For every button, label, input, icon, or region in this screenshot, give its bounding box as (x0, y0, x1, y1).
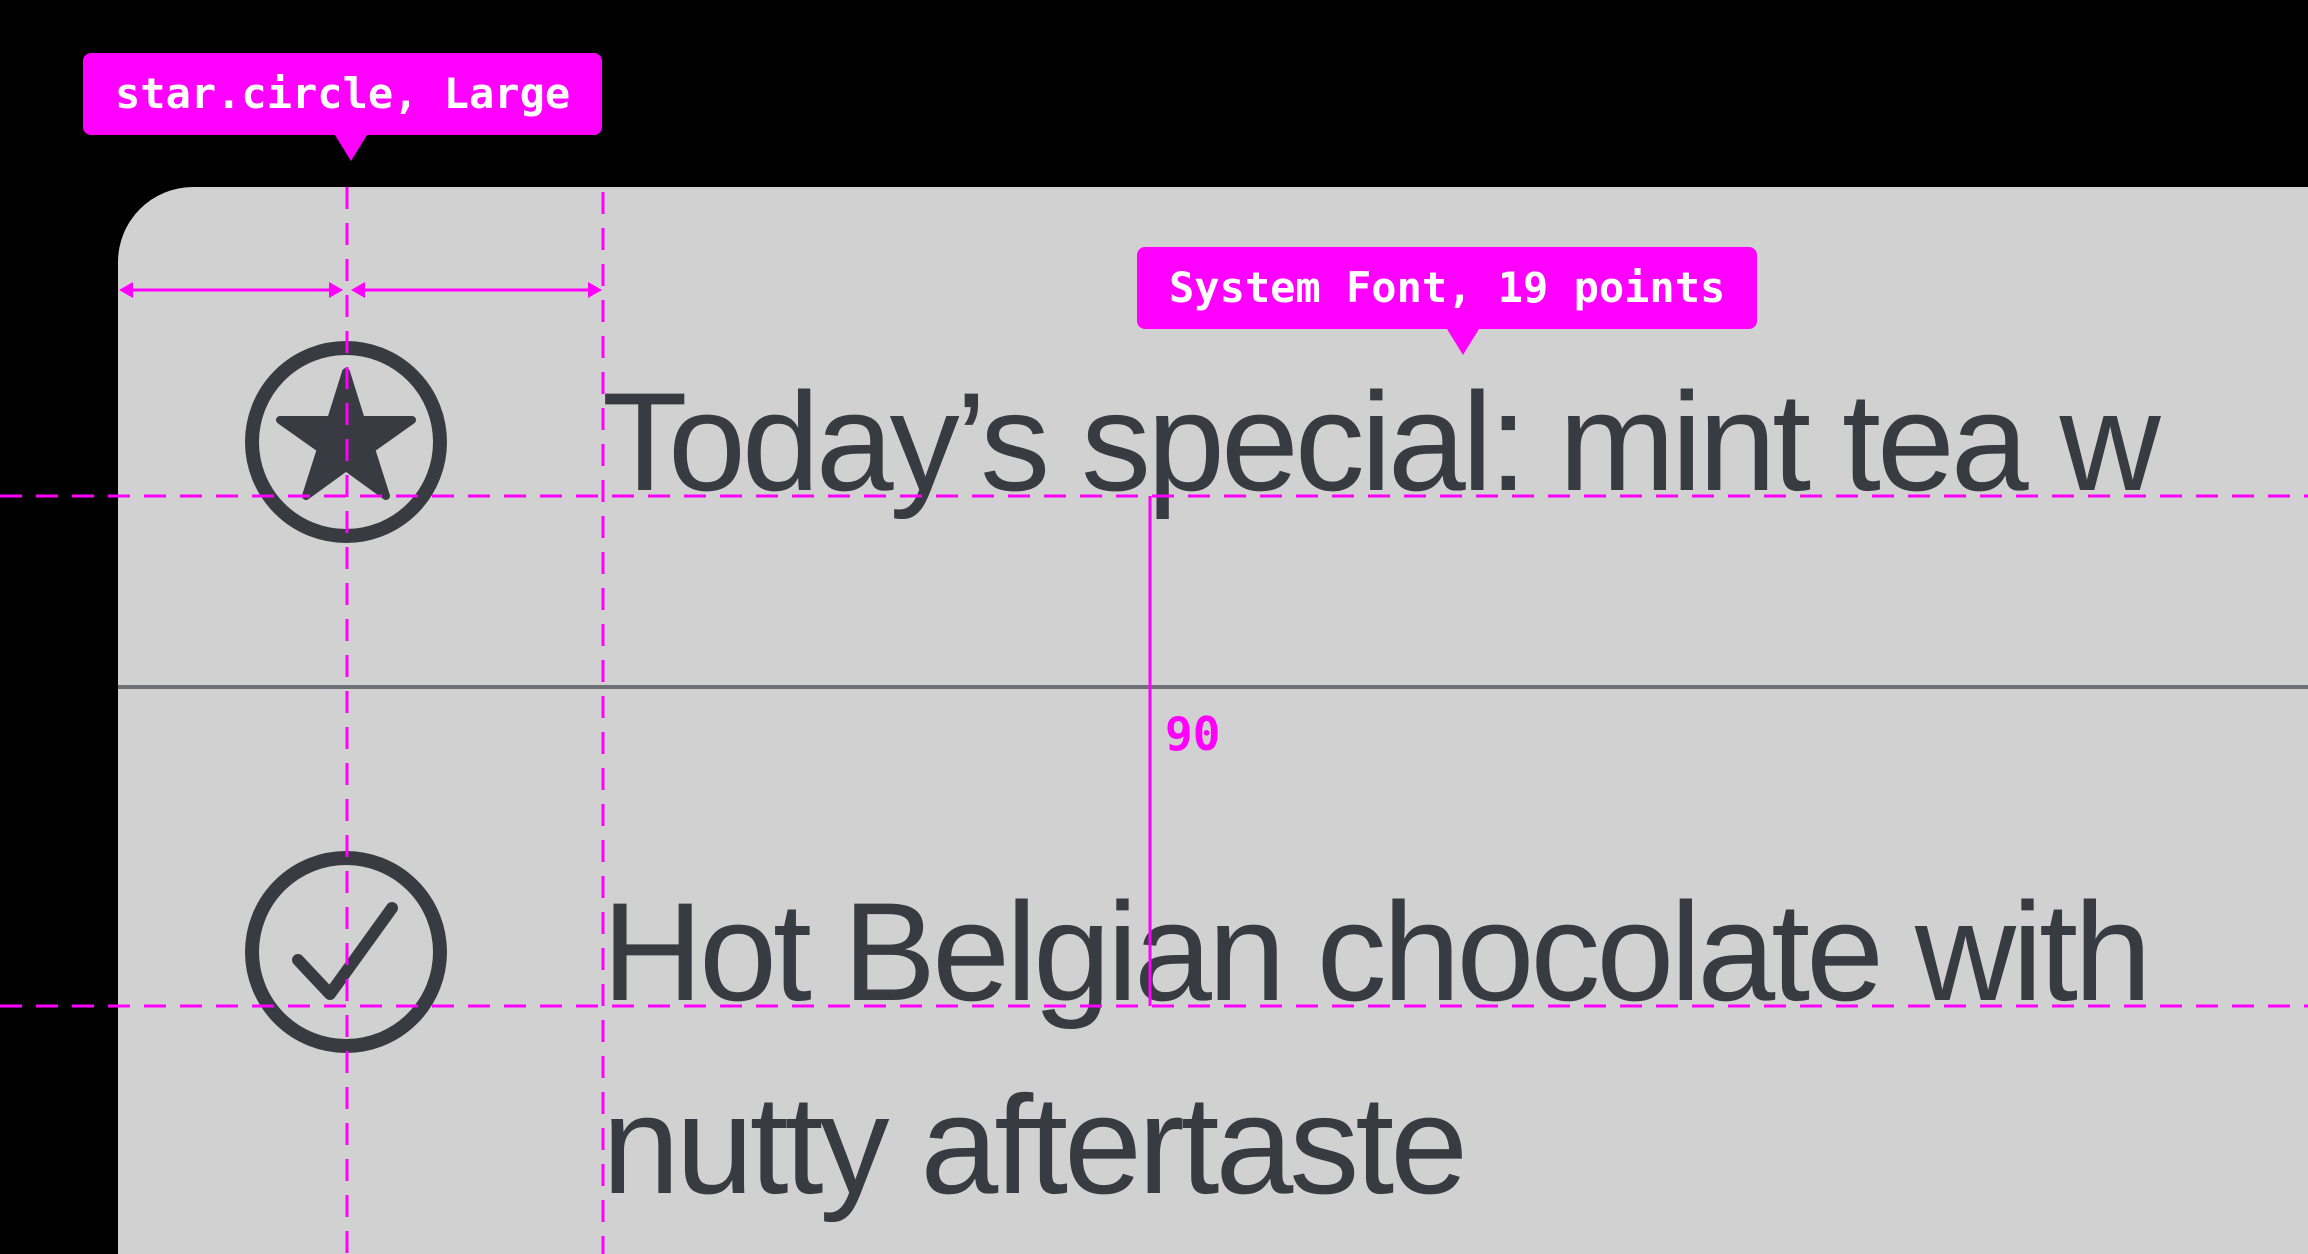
icon-callout: star.circle, Large (83, 53, 603, 161)
row-spacing-label: 90 (1165, 707, 1221, 761)
font-callout: System Font, 19 points (1137, 247, 1758, 355)
annotation-guides (0, 187, 2308, 1254)
